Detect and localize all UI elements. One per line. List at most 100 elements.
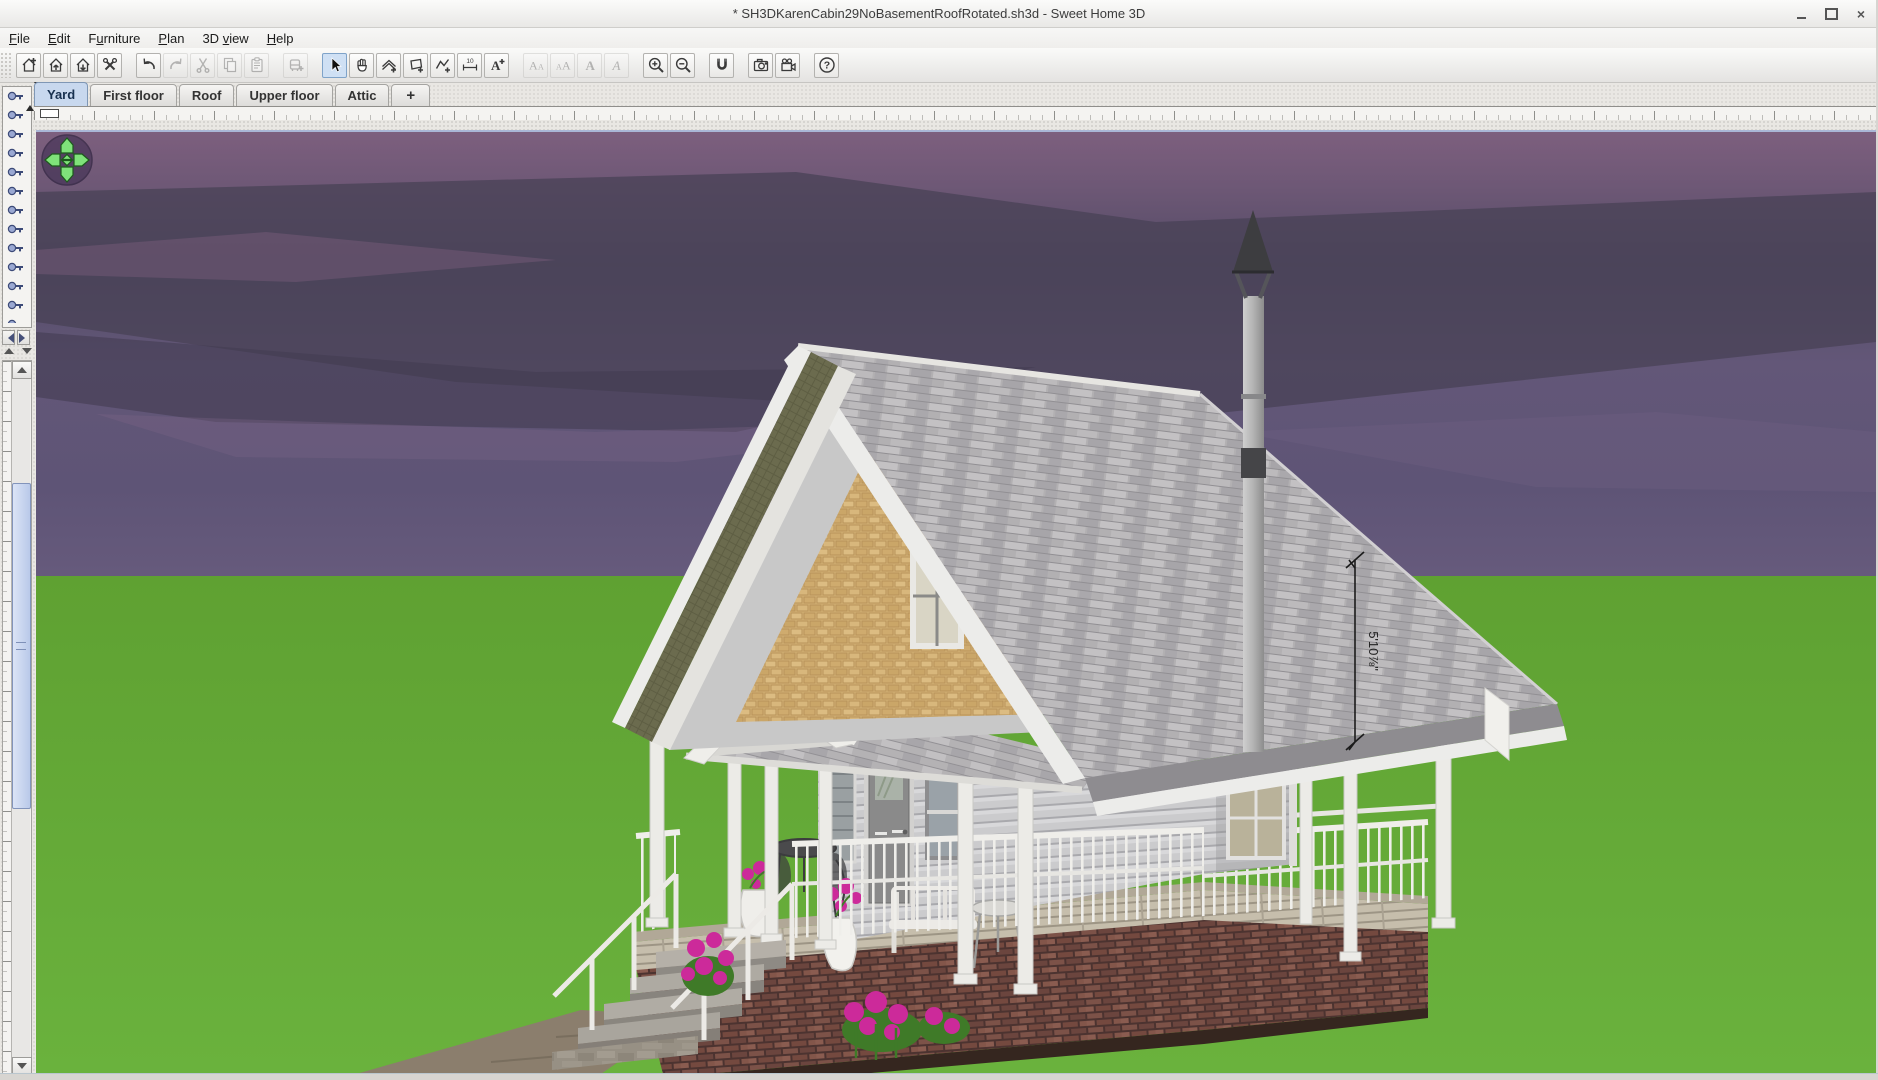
toggle-italic-button[interactable]: A — [604, 53, 629, 78]
collapse-left-button[interactable] — [2, 330, 15, 345]
create-photo-button[interactable] — [748, 53, 773, 78]
menu-furniture[interactable]: Furniture — [79, 30, 149, 47]
plan-vertical-ruler — [3, 361, 12, 1075]
undo-icon — [140, 56, 158, 74]
tab-first-floor[interactable]: First floor — [90, 84, 177, 106]
create-walls-icon — [380, 56, 398, 74]
3d-view[interactable]: 5'10⅞" — [36, 130, 1876, 1076]
open-button[interactable] — [43, 53, 68, 78]
add-level-tab[interactable]: + — [391, 84, 430, 106]
create-rooms-button[interactable] — [403, 53, 428, 78]
toggle-bold-button[interactable]: A — [577, 53, 602, 78]
scrollbar-thumb[interactable] — [12, 483, 31, 809]
maximize-button[interactable] — [1824, 7, 1838, 21]
cut-button[interactable] — [190, 53, 215, 78]
window-title: * SH3DKarenCabin29NoBasementRoofRotated.… — [733, 6, 1146, 21]
preferences-button[interactable] — [97, 53, 122, 78]
menu-bar: File Edit Furniture Plan 3D view Help — [0, 28, 1878, 48]
left-collapsed-panes — [0, 82, 34, 1080]
arrow-up-icon — [4, 348, 14, 354]
zoom-out-button[interactable] — [670, 53, 695, 78]
svg-text:A: A — [585, 58, 595, 73]
catalog-scroll-arrows[interactable] — [26, 88, 34, 106]
pan-hand-icon — [353, 56, 371, 74]
create-polylines-button[interactable] — [430, 53, 455, 78]
arrow-down-icon — [17, 1063, 27, 1069]
increase-text-size-icon: AA — [554, 56, 572, 74]
create-dimensions-icon: 10 — [461, 56, 479, 74]
magnet-icon — [713, 56, 731, 74]
window-bottom-edge — [0, 1073, 1878, 1080]
svg-text:A: A — [538, 63, 544, 72]
toolbar-separator — [696, 65, 708, 66]
vertical-split-arrows[interactable] — [4, 348, 30, 354]
new-home-button[interactable] — [16, 53, 41, 78]
menu-file[interactable]: File — [0, 30, 39, 47]
create-walls-button[interactable] — [376, 53, 401, 78]
split-pane-divider[interactable] — [2, 330, 30, 345]
toolbar-grip[interactable] — [0, 52, 12, 78]
save-button[interactable] — [70, 53, 95, 78]
create-rooms-icon — [407, 56, 425, 74]
plan-3d-divider[interactable] — [34, 120, 1878, 130]
toolbar-separator — [630, 65, 642, 66]
add-texts-button[interactable]: A — [484, 53, 509, 78]
level-tabs: Yard First floor Roof Upper floor Attic … — [34, 82, 1878, 106]
svg-text:A: A — [491, 58, 501, 73]
menu-plan[interactable]: Plan — [149, 30, 193, 47]
vertical-scrollbar[interactable] — [12, 361, 30, 1075]
svg-text:10: 10 — [466, 58, 474, 65]
menu-edit[interactable]: Edit — [39, 30, 79, 47]
create-dimensions-button[interactable]: 10 — [457, 53, 482, 78]
help-button[interactable]: ? — [814, 53, 839, 78]
paste-button[interactable] — [244, 53, 269, 78]
paste-icon — [248, 56, 266, 74]
expand-right-button[interactable] — [17, 330, 30, 345]
redo-button[interactable] — [163, 53, 188, 78]
scroll-up-button[interactable] — [12, 361, 32, 379]
decrease-text-size-button[interactable]: AA — [523, 53, 548, 78]
menu-help[interactable]: Help — [258, 30, 303, 47]
tab-upper-floor[interactable]: Upper floor — [236, 84, 332, 106]
arrow-down-icon — [22, 348, 32, 354]
decrease-text-size-icon: AA — [527, 56, 545, 74]
add-texts-icon: A — [488, 56, 506, 74]
new-home-icon — [20, 56, 38, 74]
magnetism-button[interactable] — [709, 53, 734, 78]
furniture-list-strip — [2, 360, 32, 1076]
add-furniture-button[interactable] — [283, 53, 308, 78]
tab-attic[interactable]: Attic — [335, 84, 390, 106]
catalog-item-icons — [3, 91, 31, 323]
toolbar-separator — [309, 65, 321, 66]
increase-text-size-button[interactable]: AA — [550, 53, 575, 78]
plan-horizontal-ruler — [34, 106, 1878, 121]
toolbar-separator — [735, 65, 747, 66]
minimize-button[interactable] — [1794, 7, 1808, 21]
select-button[interactable] — [322, 53, 347, 78]
toolbar-separator — [123, 65, 135, 66]
arrow-left-icon — [4, 333, 14, 343]
create-video-button[interactable] — [775, 53, 800, 78]
pan-button[interactable] — [349, 53, 374, 78]
furniture-catalog-strip[interactable] — [2, 86, 32, 328]
3d-scene: 5'10⅞" — [36, 132, 1876, 1074]
close-button[interactable]: × — [1854, 7, 1868, 21]
svg-text:A: A — [529, 59, 538, 73]
bold-icon: A — [581, 56, 599, 74]
italic-icon: A — [608, 56, 626, 74]
zoom-in-button[interactable] — [643, 53, 668, 78]
tab-roof[interactable]: Roof — [179, 84, 235, 106]
zoom-out-icon — [674, 56, 692, 74]
menu-3d-view[interactable]: 3D view — [193, 30, 257, 47]
copy-button[interactable] — [217, 53, 242, 78]
toolbar: 10 A AA AA A A ? — [0, 48, 1878, 83]
undo-button[interactable] — [136, 53, 161, 78]
select-arrow-icon — [326, 56, 344, 74]
svg-text:A: A — [611, 58, 620, 73]
title-bar[interactable]: * SH3DKarenCabin29NoBasementRoofRotated.… — [0, 0, 1878, 28]
navigation-compass[interactable] — [42, 135, 92, 185]
toolbar-separator — [510, 65, 522, 66]
tab-yard[interactable]: Yard — [34, 82, 88, 106]
ruler-origin-indicator — [40, 109, 59, 118]
svg-text:A: A — [562, 59, 571, 73]
